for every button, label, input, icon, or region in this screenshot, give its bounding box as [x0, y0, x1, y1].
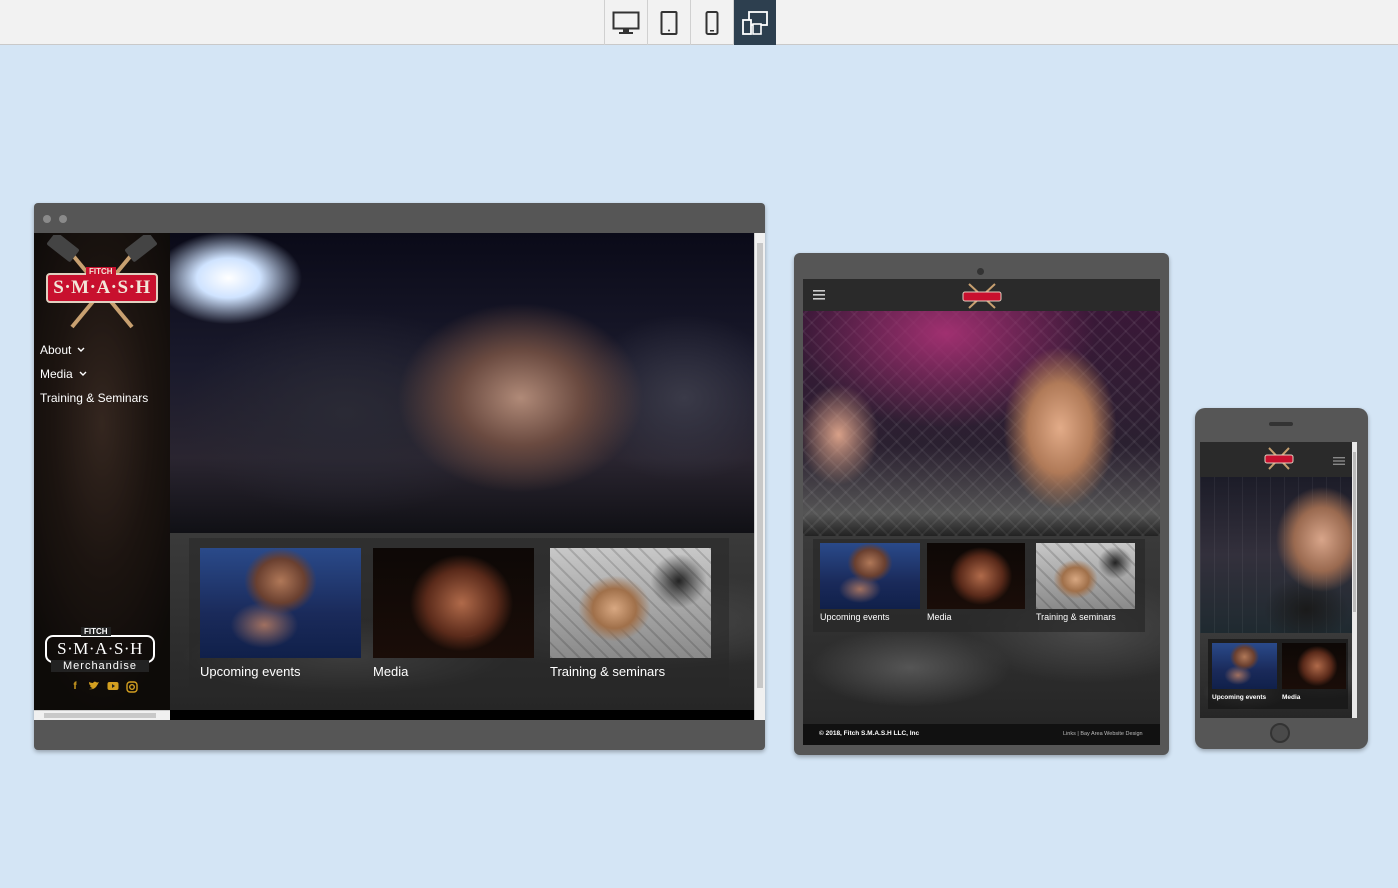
tile-label: Upcoming events [200, 664, 301, 679]
tile-image [1282, 643, 1346, 689]
tile-upcoming-events[interactable]: Upcoming events [200, 548, 361, 688]
tile-image [200, 548, 361, 658]
sidebar: S·M·A·S·H FITCH About Media Training & S… [34, 233, 170, 710]
sidebar-item-media[interactable]: Media [40, 367, 87, 381]
crossed-hammers-icon [962, 283, 1002, 309]
youtube-icon[interactable] [107, 681, 119, 691]
home-button[interactable] [1270, 723, 1290, 743]
twitter-icon[interactable] [88, 681, 100, 691]
hamburger-menu-icon[interactable] [1333, 457, 1345, 465]
mobile-screen: Upcoming events Media [1200, 442, 1357, 718]
desktop-icon [612, 11, 640, 34]
nav-label: Media [40, 367, 73, 381]
horizontal-scrollbar-track[interactable] [34, 710, 170, 720]
crossed-hammers-icon [1264, 447, 1294, 470]
mobile-header [1200, 442, 1352, 477]
tile-image [1036, 543, 1135, 609]
mobile-device-frame: Upcoming events Media [1195, 408, 1368, 749]
desktop-device-frame: S·M·A·S·H FITCH About Media Training & S… [34, 203, 765, 750]
tile-label: Media [373, 664, 409, 679]
mobile-hero-image [1200, 477, 1352, 633]
site-logo[interactable] [961, 281, 1003, 309]
mobile-icon [705, 10, 719, 35]
mobile-view-button[interactable] [690, 0, 733, 45]
tile-label: Training & seminars [550, 664, 666, 679]
desktop-screen: S·M·A·S·H FITCH About Media Training & S… [34, 233, 765, 720]
tile-label: Media [1282, 694, 1301, 701]
tile-upcoming-events[interactable]: Upcoming events [1212, 643, 1277, 707]
tile-label: Upcoming events [820, 612, 890, 622]
merchandise-logo[interactable]: S·M·A·S·H FITCH Merchandise [45, 627, 155, 673]
footer-links[interactable]: Links | Bay Area Website Design [1063, 731, 1143, 737]
tablet-device-frame: Upcoming events Media Training & seminar… [794, 253, 1169, 755]
tablet-view-button[interactable] [647, 0, 690, 45]
site-logo[interactable] [1264, 446, 1294, 470]
chevron-down-icon [79, 371, 87, 376]
tablet-hero-image [803, 311, 1160, 536]
mobile-speaker [1269, 422, 1293, 426]
tile-image [820, 543, 920, 609]
tile-label: Training & seminars [1036, 612, 1116, 622]
all-devices-view-button[interactable] [733, 0, 776, 45]
window-dot [59, 215, 67, 223]
chevron-down-icon [77, 347, 85, 352]
tablet-camera [977, 268, 984, 275]
tablet-icon [660, 10, 678, 35]
tile-image [373, 548, 534, 658]
logo-top-text: FITCH [86, 267, 116, 276]
tablet-footer: © 2018, Fitch S.M.A.S.H LLC, Inc Links |… [803, 724, 1160, 745]
tile-label: Upcoming events [1212, 694, 1267, 701]
social-links: f [69, 681, 138, 693]
site-logo[interactable]: S·M·A·S·H FITCH [44, 235, 160, 331]
desktop-view-button[interactable] [604, 0, 647, 45]
hero-image [170, 233, 754, 533]
merch-wordmark: S·M·A·S·H [57, 639, 143, 658]
tile-training-seminars[interactable]: Training & seminars [1036, 543, 1135, 627]
vertical-scrollbar[interactable] [754, 233, 765, 720]
hamburger-menu-icon[interactable] [813, 290, 825, 300]
tile-label: Media [927, 612, 952, 622]
logo-wordmark: S·M·A·S·H [53, 277, 151, 298]
facebook-icon[interactable]: f [69, 681, 81, 693]
window-dot [43, 215, 51, 223]
footer-copyright: © 2018, Fitch S.M.A.S.H LLC, Inc [819, 730, 920, 737]
sidebar-item-training[interactable]: Training & Seminars [40, 391, 148, 405]
tile-training-seminars[interactable]: Training & seminars [550, 548, 711, 688]
sidebar-item-about[interactable]: About [40, 343, 85, 357]
device-preview-toolbar [0, 0, 1398, 45]
tablet-screen: Upcoming events Media Training & seminar… [803, 279, 1160, 745]
instagram-icon[interactable] [126, 681, 138, 693]
tile-image [1212, 643, 1277, 689]
merch-top-text: FITCH [81, 627, 111, 636]
tile-image [927, 543, 1025, 609]
tile-image [550, 548, 711, 658]
mobile-vertical-scrollbar[interactable] [1352, 442, 1357, 718]
tile-media[interactable]: Media [1282, 643, 1346, 707]
tile-upcoming-events[interactable]: Upcoming events [820, 543, 920, 627]
merch-sub-text: Merchandise [51, 660, 149, 672]
responsive-devices-icon [742, 10, 768, 35]
nav-label: About [40, 343, 72, 357]
tile-media[interactable]: Media [927, 543, 1025, 627]
tablet-header [803, 279, 1160, 311]
nav-label: Training & Seminars [40, 391, 149, 405]
tile-media[interactable]: Media [373, 548, 534, 688]
